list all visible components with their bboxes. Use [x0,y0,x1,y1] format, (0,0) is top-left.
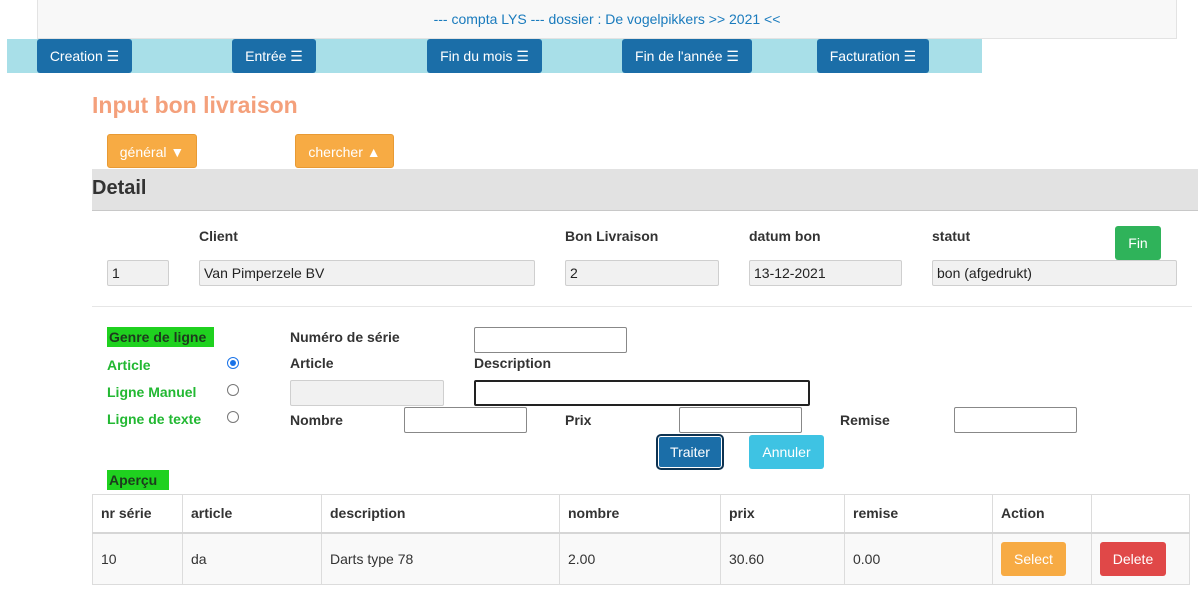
statut-label: statut [932,228,971,244]
cell-delete: Delete [1091,532,1190,585]
col-action: Action [992,494,1092,534]
page-title: Input bon livraison [92,92,298,118]
section-divider [92,306,1192,307]
detail-id-field: 1 [107,260,169,286]
col-remise: remise [844,494,993,534]
nombre-input[interactable] [404,407,527,433]
col-empty [1091,494,1190,534]
cell-nombre: 2.00 [559,532,721,585]
cell-select: Select [992,532,1092,585]
datum-bon-label: datum bon [749,228,821,244]
col-description: description [321,494,560,534]
nombre-label: Nombre [290,412,343,428]
apercu-label: Aperçu [107,470,169,490]
nav-creation-button[interactable]: Creation ☰ [37,39,132,73]
detail-section-header: Detail [92,169,1198,211]
description-input[interactable] [474,380,810,406]
col-nr-serie: nr série [92,494,183,534]
breadcrumb: --- compta LYS --- dossier : De vogelpik… [37,0,1177,39]
cell-description: Darts type 78 [321,532,560,585]
breadcrumb-text: --- compta LYS --- dossier : De vogelpik… [433,11,781,27]
cell-remise: 0.00 [844,532,993,585]
option-article-radio[interactable] [227,357,239,369]
option-ligne-texte-radio[interactable] [227,411,239,423]
client-label: Client [199,228,238,244]
article-label: Article [290,355,334,371]
col-article: article [182,494,322,534]
bon-livraison-field: 2 [565,260,719,286]
prix-input[interactable] [679,407,802,433]
main-nav: Creation ☰ Entrée ☰ Fin du mois ☰ Fin de… [7,39,982,73]
nav-entree-button[interactable]: Entrée ☰ [232,39,316,73]
delete-button[interactable]: Delete [1100,541,1166,576]
genre-de-ligne-label: Genre de ligne [107,327,214,347]
general-toggle-button[interactable]: général ▼ [107,134,197,168]
select-button[interactable]: Select [1001,541,1066,576]
chercher-toggle-button[interactable]: chercher ▲ [295,134,394,168]
remise-input[interactable] [954,407,1077,433]
bon-livraison-label: Bon Livraison [565,228,659,244]
nav-fin-du-mois-button[interactable]: Fin du mois ☰ [427,39,542,73]
description-label: Description [474,355,552,371]
annuler-button[interactable]: Annuler [749,435,824,469]
table-header-row: nr série article description nombre prix… [92,494,1190,534]
prix-label: Prix [565,412,592,428]
fin-button[interactable]: Fin [1115,226,1161,260]
nav-facturation-button[interactable]: Facturation ☰ [817,39,929,73]
numero-serie-input[interactable] [474,327,627,353]
client-field: Van Pimperzele BV [199,260,535,286]
nav-fin-annee-button[interactable]: Fin de l'année ☰ [622,39,752,73]
apercu-table: nr série article description nombre prix… [92,494,1190,585]
statut-field: bon (afgedrukt) [932,260,1177,286]
article-field[interactable] [290,380,444,406]
remise-label: Remise [840,412,890,428]
traiter-button[interactable]: Traiter [656,434,724,470]
table-row: 10 da Darts type 78 2.00 30.60 0.00 Sele… [92,532,1190,585]
numero-serie-label: Numéro de série [290,329,400,345]
cell-article: da [182,532,322,585]
detail-heading: Detail [92,177,147,199]
cell-nr-serie: 10 [92,532,183,585]
option-ligne-manuel-radio[interactable] [227,384,239,396]
option-ligne-manuel-label: Ligne Manuel [107,384,197,400]
option-article-label: Article [107,357,151,373]
option-ligne-texte-label: Ligne de texte [107,411,202,427]
col-prix: prix [720,494,845,534]
col-nombre: nombre [559,494,721,534]
cell-prix: 30.60 [720,532,845,585]
datum-bon-field: 13-12-2021 [749,260,902,286]
